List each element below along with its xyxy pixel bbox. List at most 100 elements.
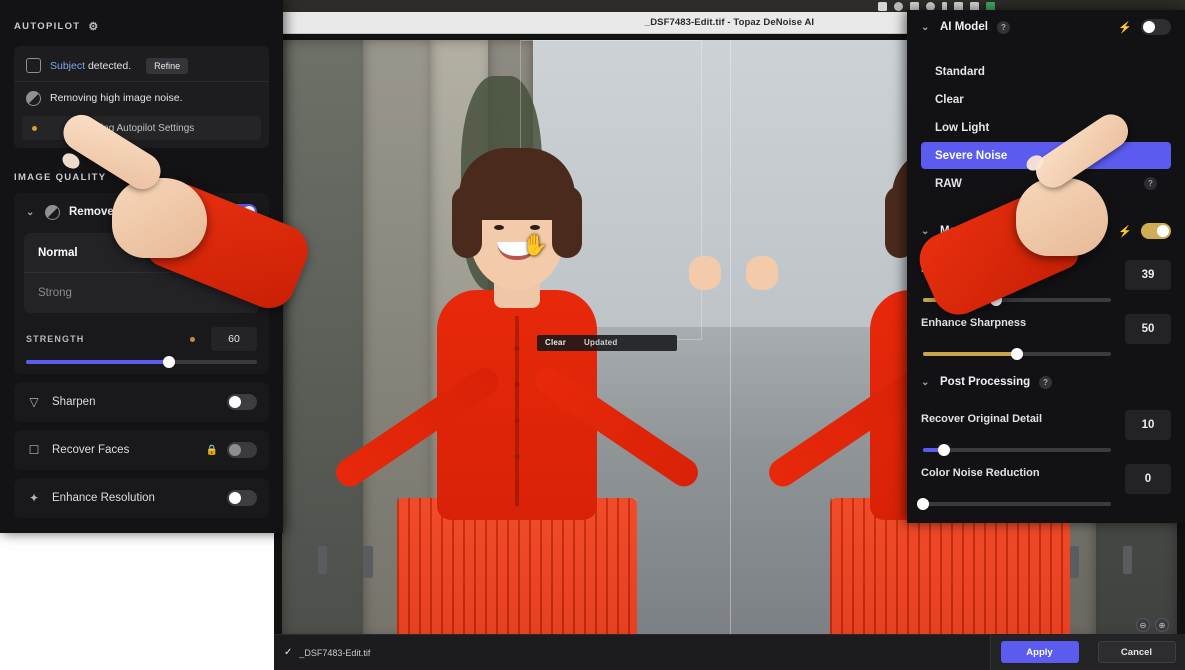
enhance-resolution-label: Enhance Resolution [52,492,155,504]
ai-model-option-label: Clear [935,93,964,106]
sharpen-icon: ▽ [29,395,39,409]
param-color-noise-reduction-slider[interactable] [917,498,1111,510]
file-list-item[interactable]: ✓ _DSF7483-Edit.tif [274,647,564,658]
auto-indicator-dot-icon [212,209,217,215]
eye-a [494,225,504,230]
button-dot [514,454,520,459]
ai-model-option-label: RAW [935,177,962,190]
chevron-down-icon[interactable]: ⌄ [26,207,36,218]
auto-bolt-icon: ⚡ [1118,21,1132,34]
strength-value[interactable]: 60 [211,327,257,351]
noise-status-row: Removing high image noise. [14,82,269,114]
model-parameters-header[interactable]: ⌄ Model Parameters ⚡ [907,214,1185,248]
strength-slider[interactable] [26,356,257,368]
remove-noise-module: ⌄ Remove Noise Normal ✓ Strong STRENGTH … [14,193,269,374]
recover-faces-label: Recover Faces [52,444,130,456]
param-value[interactable]: 50 [1125,314,1171,344]
subject-detected-label: Subject detected. [50,60,131,72]
param-recover-original-detail-slider[interactable] [923,444,1111,456]
cancel-button[interactable]: Cancel [1097,641,1176,663]
recover-faces-toggle[interactable] [227,442,257,458]
subject-link[interactable]: Subject [50,60,85,72]
help-icon[interactable]: ? [996,20,1010,34]
noise-status-label: Removing high image noise. [50,92,183,104]
post-processing-header[interactable]: ⌄ Post Processing ? [907,366,1185,398]
noise-icon [26,90,41,106]
split-view-divider[interactable] [729,40,731,638]
file-name-label: _DSF7483-Edit.tif [299,647,371,658]
left-settings-panel: AUTOPILOT ⚙ Subject detected. Refine Rem… [0,0,283,533]
subject-figure-left [274,78,778,638]
param-value[interactable]: 10 [1125,410,1171,440]
screen-record-icon[interactable] [878,1,887,11]
dropbox-icon[interactable] [894,1,903,11]
hair-side-a [452,186,482,258]
help-icon[interactable]: ? [1039,375,1053,389]
ai-model-option-clear[interactable]: Clear [921,86,1171,113]
placket-left [515,316,519,506]
remove-noise-toggle[interactable] [227,204,257,220]
param-enhance-sharpness-slider[interactable] [923,348,1111,360]
apply-button[interactable]: Apply [1000,641,1079,663]
param-enhance-sharpness-row: Enhance Sharpness 50 [921,302,1171,344]
ai-model-option-standard[interactable]: Standard [921,58,1171,85]
param-value[interactable]: 39 [1125,260,1171,290]
param-label: Color Noise Reduction [921,467,1040,479]
noise-mode-strong[interactable]: Strong [24,273,259,313]
noise-mode-normal-label: Normal [38,246,78,259]
ai-model-options-list: Standard Clear Low Light Severe Noise RA… [907,44,1185,204]
remove-noise-header[interactable]: ⌄ Remove Noise [14,193,269,231]
sharpen-row[interactable]: ▽ Sharpen [14,382,269,422]
param-remove-noise-slider[interactable] [923,294,1111,306]
subject-detected-rest: detected. [85,59,132,72]
subject-detected-row: Subject detected. Refine [14,50,269,82]
zoom-in-icon[interactable]: ⊕ [1155,618,1169,632]
noise-mode-segmented-control: Normal ✓ Strong [24,233,259,313]
chevron-down-icon[interactable]: ⌄ [921,377,931,388]
model-parameters-title: Model Parameters [940,225,1040,237]
model-parameters-block: Remove Noise 39 Enhance Sharpness 50 [907,248,1185,360]
ai-model-option-raw[interactable]: RAW ? [921,170,1171,197]
checkmark-icon: ✓ [234,245,245,260]
refine-button[interactable]: Refine [146,57,189,74]
noise-mode-normal[interactable]: Normal ✓ [24,233,259,273]
chevron-down-icon[interactable]: ⌄ [921,22,931,33]
hand-cursor-icon: ✋ [522,234,549,257]
pedestrian-5 [1123,546,1133,574]
pedestrian-1 [317,546,327,574]
param-recover-original-detail-row: Recover Original Detail 10 [921,398,1171,440]
ai-model-option-low-light[interactable]: Low Light [921,114,1171,141]
auto-indicator-dot-icon [190,336,195,342]
zoom-controls[interactable]: ⊖ ⊕ [1136,618,1169,632]
subject-detect-icon [26,58,41,73]
autopilot-title: AUTOPILOT [14,21,81,32]
ai-model-header[interactable]: ⌄ AI Model ? ⚡ [907,10,1185,44]
param-remove-noise-row: Remove Noise 39 [921,248,1171,290]
post-processing-title: Post Processing [940,376,1031,388]
autopilot-settings-strip[interactable]: Using Autopilot Settings [22,116,261,140]
post-processing-block: Recover Original Detail 10 Color Noise R… [907,398,1185,510]
help-icon[interactable]: ? [1144,177,1157,190]
button-dot [514,382,520,387]
ai-model-auto-toggle[interactable] [1141,19,1171,35]
param-value[interactable]: 0 [1125,464,1171,494]
gear-icon[interactable]: ⚙ [88,20,99,33]
param-label: Recover Original Detail [921,413,1043,425]
model-parameters-auto-toggle[interactable] [1141,223,1171,239]
sharpen-toggle[interactable] [227,394,257,410]
strength-label: STRENGTH [26,334,85,344]
lock-icon: 🔒 [205,444,218,456]
button-dot [514,418,520,423]
zoom-out-icon[interactable]: ⊖ [1136,618,1150,632]
preview-badge-clear[interactable]: Clear Updated [537,335,677,351]
chevron-down-icon[interactable]: ⌄ [921,226,931,237]
ai-model-title: AI Model [940,21,988,33]
image-quality-section-header: IMAGE QUALITY [14,172,269,183]
ai-model-option-severe-noise[interactable]: Severe Noise [921,142,1171,169]
recover-faces-row[interactable]: ☐ Recover Faces 🔒 [14,430,269,470]
autopilot-section-header: AUTOPILOT ⚙ [14,0,269,33]
enhance-resolution-row[interactable]: ✦ Enhance Resolution [14,478,269,518]
right-settings-panel: ⌄ AI Model ? ⚡ Standard Clear Low Light … [907,10,1185,523]
enhance-resolution-toggle[interactable] [227,490,257,506]
autopilot-settings-label: Using Autopilot Settings [88,122,195,134]
